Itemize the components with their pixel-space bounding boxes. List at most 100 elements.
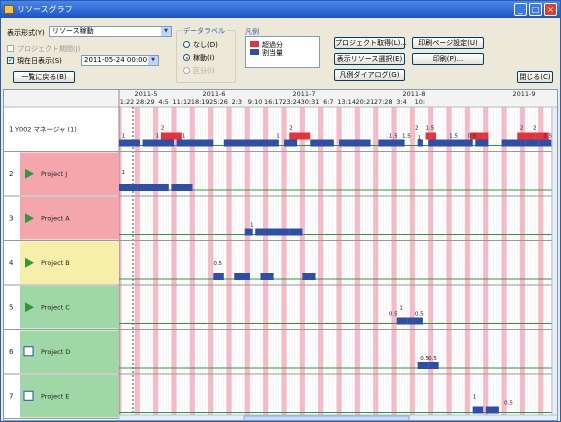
close-window-button[interactable]: × <box>544 3 557 16</box>
data-label-none-radio[interactable] <box>183 41 190 48</box>
weekend-column <box>171 107 175 415</box>
timeline-date: 2:3 <box>232 98 242 106</box>
weekend-column <box>265 107 269 415</box>
legend-box: 超過分 割当量 <box>245 36 320 68</box>
weekend-column <box>137 107 140 415</box>
allocation-bar <box>472 406 484 414</box>
row-number: 1 <box>9 125 13 133</box>
timeline-date: 11:12 <box>173 98 192 106</box>
data-label: 0.5 <box>389 312 398 318</box>
allocation-bar <box>255 228 274 236</box>
data-label: 1 <box>156 134 160 140</box>
timeline-month: 2011-8 <box>402 90 425 98</box>
timeline-month: 2011-6 <box>202 90 225 98</box>
chevron-down-icon[interactable]: ▼ <box>148 56 158 65</box>
weekend-column <box>373 107 376 415</box>
legend-label-allocation: 割当量 <box>262 49 283 57</box>
data-label-operation-radio[interactable] <box>183 54 190 61</box>
data-label: 2 <box>161 126 165 132</box>
row-name: Project A <box>41 214 70 222</box>
edit-icon[interactable] <box>23 390 34 401</box>
row-label-background <box>20 152 119 195</box>
weekend-column <box>540 107 544 415</box>
weekend-column <box>208 107 211 415</box>
row-number: 4 <box>9 259 14 267</box>
project-select-button[interactable]: プロジェクト取得(L)... <box>334 37 407 49</box>
display-format-select[interactable]: リソース稼動 ▼ <box>49 26 172 37</box>
allocation-bar <box>417 362 429 369</box>
row-number: 2 <box>9 170 13 178</box>
data-label: 2 <box>289 126 293 132</box>
minimize-button[interactable]: _ <box>514 3 527 16</box>
timeline-date: 10: <box>415 98 425 106</box>
weekend-column <box>192 107 195 415</box>
allocation-bar <box>247 139 279 147</box>
timeline-date: 3:4 <box>396 98 406 106</box>
row-name: Project D <box>41 348 70 356</box>
title-bar[interactable]: リソースグラフ _ □ × <box>1 1 560 18</box>
allocation-bar <box>289 228 303 236</box>
timeline-date: 25:26 <box>209 98 228 106</box>
weekend-column <box>226 107 230 415</box>
allocation-bar <box>525 139 539 147</box>
weekend-column <box>247 107 250 415</box>
display-format-label: 表示形式(Y) <box>7 29 45 37</box>
toolbar: 表示形式(Y) リソース稼動 ▼ プロジェクト期間(J) ✔ 現在日表示(S) 2… <box>1 18 560 88</box>
row-name: Y002 マネージャ (1) <box>14 125 77 133</box>
close-button[interactable]: 閉じる(C) <box>517 71 553 83</box>
weekend-column <box>467 107 471 415</box>
timeline-month: 2011-5 <box>134 90 157 98</box>
allocation-bar <box>407 317 413 325</box>
weekend-column <box>155 107 159 415</box>
weekend-column <box>409 107 413 415</box>
maximize-button[interactable]: □ <box>529 3 542 16</box>
weekend-column <box>229 107 232 415</box>
weekend-column <box>483 107 486 415</box>
app-icon <box>4 5 14 14</box>
data-label: 1 <box>182 134 186 140</box>
weekend-column <box>394 107 397 415</box>
data-label: 1 <box>122 170 126 176</box>
weekend-column <box>391 107 395 415</box>
row-number: 6 <box>9 348 14 356</box>
vertical-scrollbar[interactable] <box>551 106 558 416</box>
print-button[interactable]: 印刷(P)... <box>412 53 484 65</box>
resource-select-button[interactable]: 表示リソース選択(E) <box>334 53 405 65</box>
weekend-column <box>354 107 358 415</box>
weekend-column <box>336 107 340 415</box>
print-setup-button[interactable]: 印刷ページ設定(U) <box>412 37 484 49</box>
allocation-bar <box>213 273 224 280</box>
timeline-date: 9:10 <box>248 98 263 106</box>
data-label: 1 <box>399 306 403 312</box>
current-date-picker[interactable]: 2011-05-24 00:00 ▼ <box>81 55 159 66</box>
allocation-bar <box>176 184 190 191</box>
data-label: 2 <box>533 126 537 132</box>
data-label-category-label: 区分(I) <box>193 67 215 75</box>
project-period-checkbox[interactable] <box>7 45 14 52</box>
weekend-column <box>174 107 177 415</box>
weekend-column <box>464 107 468 415</box>
allocation-bar <box>428 362 439 369</box>
current-date-checkbox[interactable]: ✔ <box>7 57 14 64</box>
allocation-bar <box>378 139 400 147</box>
weekend-column <box>189 107 193 415</box>
data-label: 2 <box>415 126 419 132</box>
allocation-bar <box>488 406 499 414</box>
chevron-down-icon[interactable]: ▼ <box>161 27 171 36</box>
timeline-date: 6:7 <box>323 98 333 106</box>
weekend-column <box>504 107 507 415</box>
weekend-column <box>357 107 361 415</box>
allocation-bar <box>396 317 408 325</box>
allocation-bar <box>176 139 214 147</box>
back-to-list-button[interactable]: 一覧に戻る(B) <box>13 71 75 83</box>
allocation-bar <box>137 184 169 191</box>
scrollbar-thumb[interactable] <box>243 415 410 421</box>
timeline-date: 23:24 <box>282 98 301 106</box>
data-label: 1 <box>473 395 477 401</box>
legend-dialog-button[interactable]: 凡例ダイアログ(G) <box>334 69 405 81</box>
allocation-bar <box>538 139 552 147</box>
data-label: 1 <box>250 223 254 229</box>
data-label-category-radio[interactable] <box>183 67 190 74</box>
allocation-bar <box>260 273 274 280</box>
edit-icon[interactable] <box>23 346 34 357</box>
